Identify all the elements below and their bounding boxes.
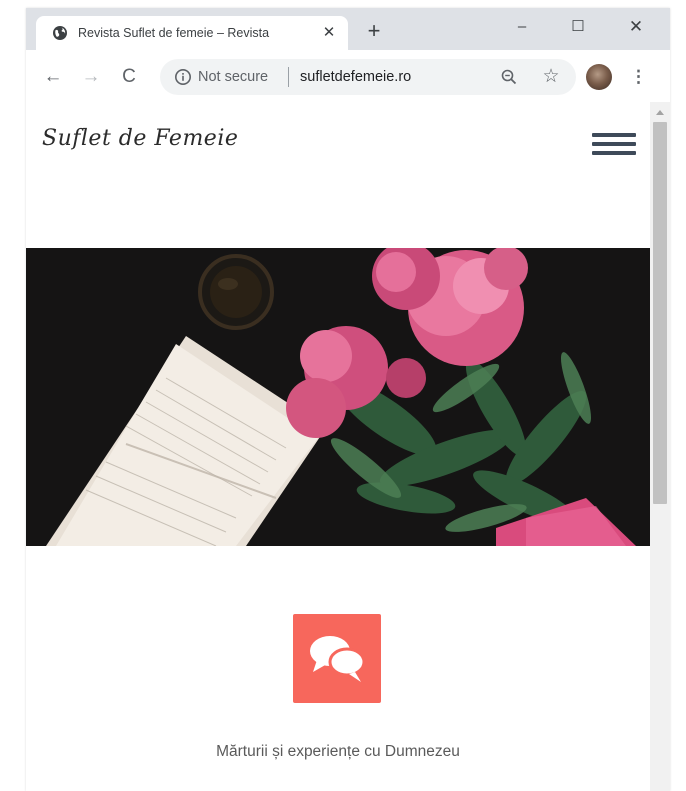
tab-title: Revista Suflet de femeie – Revista: [78, 26, 270, 40]
menu-line: [592, 142, 636, 146]
profile-avatar[interactable]: [586, 64, 612, 90]
tab-close-button[interactable]: ✕: [320, 24, 338, 42]
tab-strip: Revista Suflet de femeie – Revista ✕ + –…: [26, 8, 670, 50]
reload-button[interactable]: C: [116, 64, 142, 90]
active-tab[interactable]: Revista Suflet de femeie – Revista ✕: [36, 16, 348, 50]
menu-line: [592, 133, 636, 137]
chat-bubbles-icon: [310, 636, 366, 682]
forward-button[interactable]: →: [78, 64, 104, 90]
hero-image: [26, 248, 650, 546]
page-scrollbar[interactable]: [650, 102, 670, 791]
minimize-button[interactable]: –: [504, 14, 540, 40]
feature-title[interactable]: Mărturii și experiențe cu Dumnezeu: [26, 742, 650, 762]
globe-icon: [53, 26, 67, 40]
web-page: Suflet de Femeie Mărturii și experiențe …: [26, 102, 650, 791]
close-window-button[interactable]: ✕: [618, 14, 654, 40]
info-icon[interactable]: [174, 68, 192, 86]
security-status[interactable]: Not secure: [198, 68, 268, 86]
scroll-up-arrow-icon[interactable]: [650, 108, 670, 118]
url-text[interactable]: sufletdefemeie.ro: [300, 68, 411, 86]
bookmark-star-icon[interactable]: ☆: [540, 66, 562, 88]
browser-menu-button[interactable]: ⋮: [630, 64, 647, 90]
browser-window: Revista Suflet de femeie – Revista ✕ + –…: [26, 8, 670, 791]
back-button[interactable]: ←: [40, 64, 66, 90]
address-bar[interactable]: Not secure sufletdefemeie.ro ☆: [160, 59, 576, 95]
maximize-button[interactable]: ☐: [560, 14, 596, 40]
zoom-icon[interactable]: [500, 68, 518, 86]
new-tab-button[interactable]: +: [362, 19, 386, 43]
scrollbar-thumb[interactable]: [653, 122, 667, 504]
browser-toolbar: ← → C Not secure sufletdefemeie.ro ☆ ⋮: [26, 50, 670, 102]
hamburger-menu-icon[interactable]: [592, 133, 636, 159]
omnibox-separator: [288, 67, 289, 87]
feature-icon-box[interactable]: [293, 614, 381, 703]
menu-line: [592, 151, 636, 155]
site-logo[interactable]: Suflet de Femeie: [42, 126, 238, 151]
